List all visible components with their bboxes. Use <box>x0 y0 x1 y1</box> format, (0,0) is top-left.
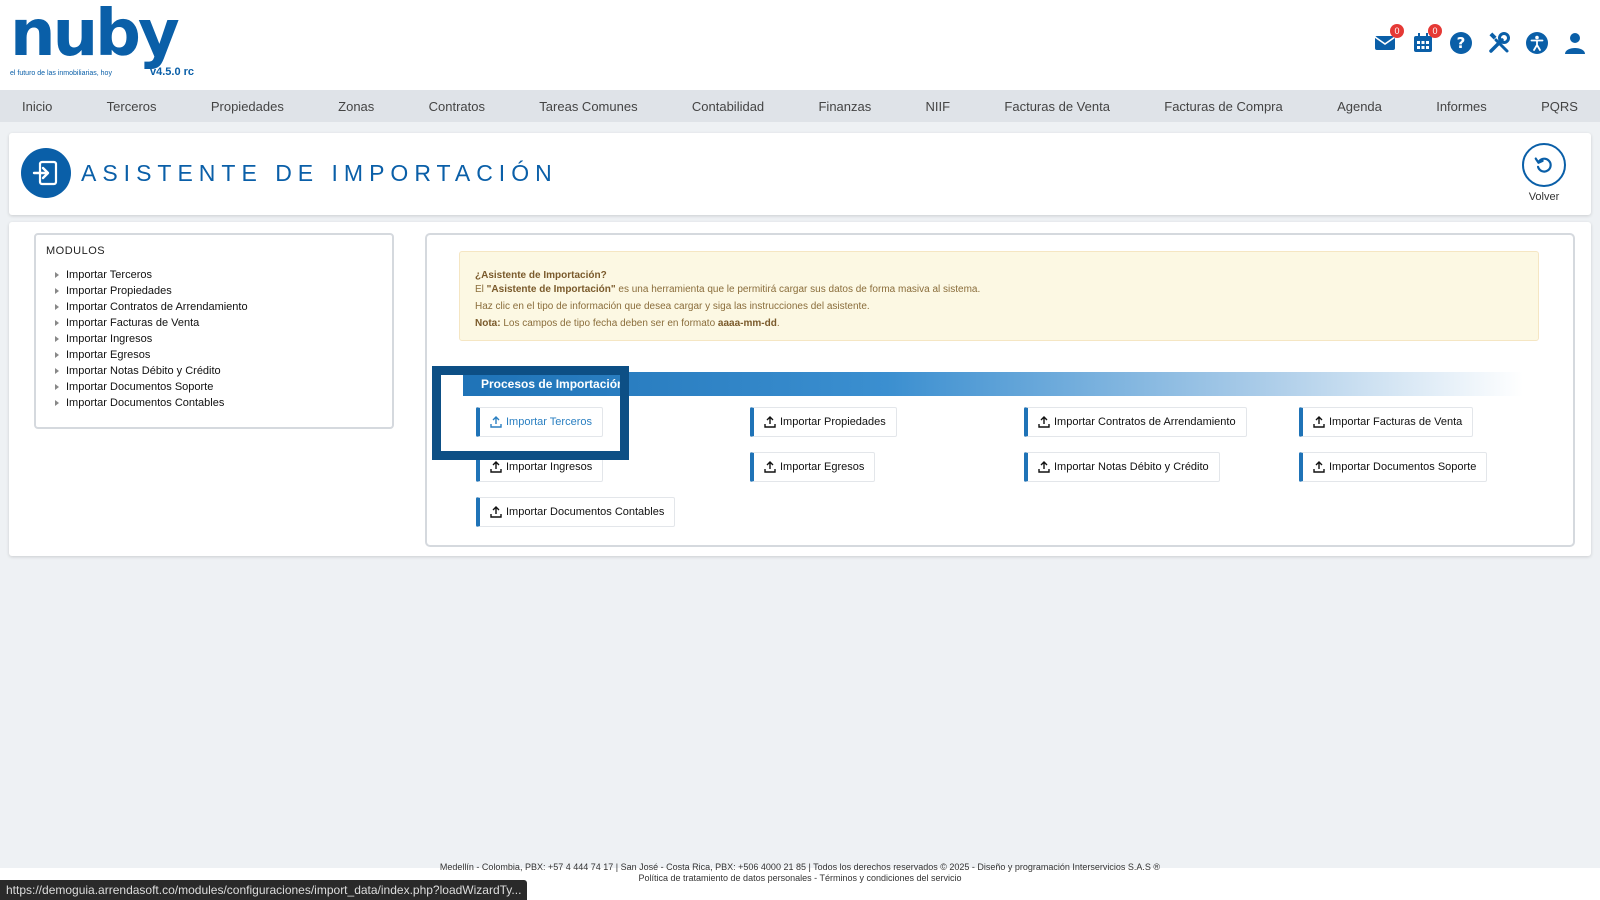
import-notas-button[interactable]: Importar Notas Débito y Crédito <box>1024 452 1220 482</box>
footer-line-1: Medellín - Colombia, PBX: +57 4 444 74 1… <box>439 862 1161 872</box>
logo-wordmark: nuby <box>10 0 180 71</box>
import-terceros-button[interactable]: Importar Terceros <box>476 407 603 437</box>
mail-badge: 0 <box>1390 24 1404 38</box>
nav-item-propiedades[interactable]: Propiedades <box>211 99 284 114</box>
upload-icon <box>1313 461 1325 473</box>
upload-icon <box>490 506 502 518</box>
import-propiedades-button[interactable]: Importar Propiedades <box>750 407 897 437</box>
import-egresos-button[interactable]: Importar Egresos <box>750 452 876 482</box>
notice-line-1: El "Asistente de Importación" es una her… <box>475 284 981 295</box>
upload-icon <box>1313 416 1325 428</box>
page-title: ASISTENTE DE IMPORTACIÓN <box>81 160 558 186</box>
import-contratos-button[interactable]: Importar Contratos de Arrendamiento <box>1024 407 1247 437</box>
import-facturas-venta-button[interactable]: Importar Facturas de Venta <box>1299 407 1474 437</box>
upload-icon <box>764 416 776 428</box>
processes-header: Procesos de Importación <box>463 372 1523 396</box>
upload-icon <box>764 461 776 473</box>
import-ingresos-button[interactable]: Importar Ingresos <box>476 452 604 482</box>
nav-item-contabilidad[interactable]: Contabilidad <box>692 99 764 114</box>
calendar-badge: 0 <box>1428 24 1442 38</box>
import-documentos-contables-button[interactable]: Importar Documentos Contables <box>476 497 676 527</box>
top-header: nuby el futuro de las inmobiliarias, hoy… <box>0 0 1600 90</box>
module-item-documentos-contables[interactable]: Importar Documentos Contables <box>46 395 382 411</box>
import-icon <box>21 148 71 198</box>
logo-tagline: el futuro de las inmobiliarias, hoy <box>10 70 112 77</box>
app-version: v4.5.0 rc <box>150 66 195 78</box>
nav-item-pqrs[interactable]: PQRS <box>1541 99 1578 114</box>
top-icon-bar: 0 0 ? <box>1372 24 1588 56</box>
nav-item-facturas-compra[interactable]: Facturas de Compra <box>1164 99 1283 114</box>
main-content-card: MODULOS Importar Terceros Importar Propi… <box>9 222 1591 556</box>
nav-item-contratos[interactable]: Contratos <box>429 99 485 114</box>
nav-item-finanzas[interactable]: Finanzas <box>818 99 871 114</box>
module-item-facturas-venta[interactable]: Importar Facturas de Venta <box>46 315 382 331</box>
upload-icon <box>490 461 502 473</box>
module-item-ingresos[interactable]: Importar Ingresos <box>46 331 382 347</box>
notice-heading: ¿Asistente de Importación? <box>475 270 607 281</box>
nav-item-inicio[interactable]: Inicio <box>22 99 52 114</box>
accessibility-icon[interactable] <box>1524 30 1550 56</box>
page-header-card: ASISTENTE DE IMPORTACIÓN Volver <box>9 133 1591 215</box>
import-documentos-soporte-button[interactable]: Importar Documentos Soporte <box>1299 452 1488 482</box>
notice-line-3: Nota: Los campos de tipo fecha deben ser… <box>475 318 780 329</box>
modules-title: MODULOS <box>46 245 106 257</box>
back-label: Volver <box>1528 191 1560 203</box>
main-nav: Inicio Terceros Propiedades Zonas Contra… <box>0 90 1600 122</box>
upload-icon <box>1038 416 1050 428</box>
info-notice: ¿Asistente de Importación? El "Asistente… <box>459 251 1539 341</box>
nav-item-zonas[interactable]: Zonas <box>338 99 374 114</box>
logo[interactable]: nuby el futuro de las inmobiliarias, hoy… <box>10 0 195 84</box>
upload-icon <box>490 416 502 428</box>
module-item-propiedades[interactable]: Importar Propiedades <box>46 283 382 299</box>
module-item-notas[interactable]: Importar Notas Débito y Crédito <box>46 363 382 379</box>
help-icon[interactable]: ? <box>1448 30 1474 56</box>
nav-item-terceros[interactable]: Terceros <box>107 99 157 114</box>
modules-panel: MODULOS Importar Terceros Importar Propi… <box>34 233 394 429</box>
user-icon[interactable] <box>1562 30 1588 56</box>
module-item-egresos[interactable]: Importar Egresos <box>46 347 382 363</box>
mail-icon[interactable]: 0 <box>1372 24 1404 56</box>
back-button[interactable]: Volver <box>1511 143 1577 203</box>
notice-line-2: Haz clic en el tipo de información que d… <box>475 301 870 312</box>
calendar-icon[interactable]: 0 <box>1410 24 1442 56</box>
module-item-documentos-soporte[interactable]: Importar Documentos Soporte <box>46 379 382 395</box>
tools-icon[interactable] <box>1486 30 1512 56</box>
svg-text:?: ? <box>1457 34 1466 52</box>
nav-item-informes[interactable]: Informes <box>1436 99 1487 114</box>
module-item-contratos[interactable]: Importar Contratos de Arrendamiento <box>46 299 382 315</box>
module-item-terceros[interactable]: Importar Terceros <box>46 267 382 283</box>
undo-icon <box>1522 143 1566 187</box>
nav-item-tareas-comunes[interactable]: Tareas Comunes <box>539 99 637 114</box>
nav-item-agenda[interactable]: Agenda <box>1337 99 1382 114</box>
nav-item-niif[interactable]: NIIF <box>926 99 951 114</box>
status-bar-url: https://demoguia.arrendasoft.co/modules/… <box>0 880 528 900</box>
nav-item-facturas-venta[interactable]: Facturas de Venta <box>1004 99 1110 114</box>
upload-icon <box>1038 461 1050 473</box>
